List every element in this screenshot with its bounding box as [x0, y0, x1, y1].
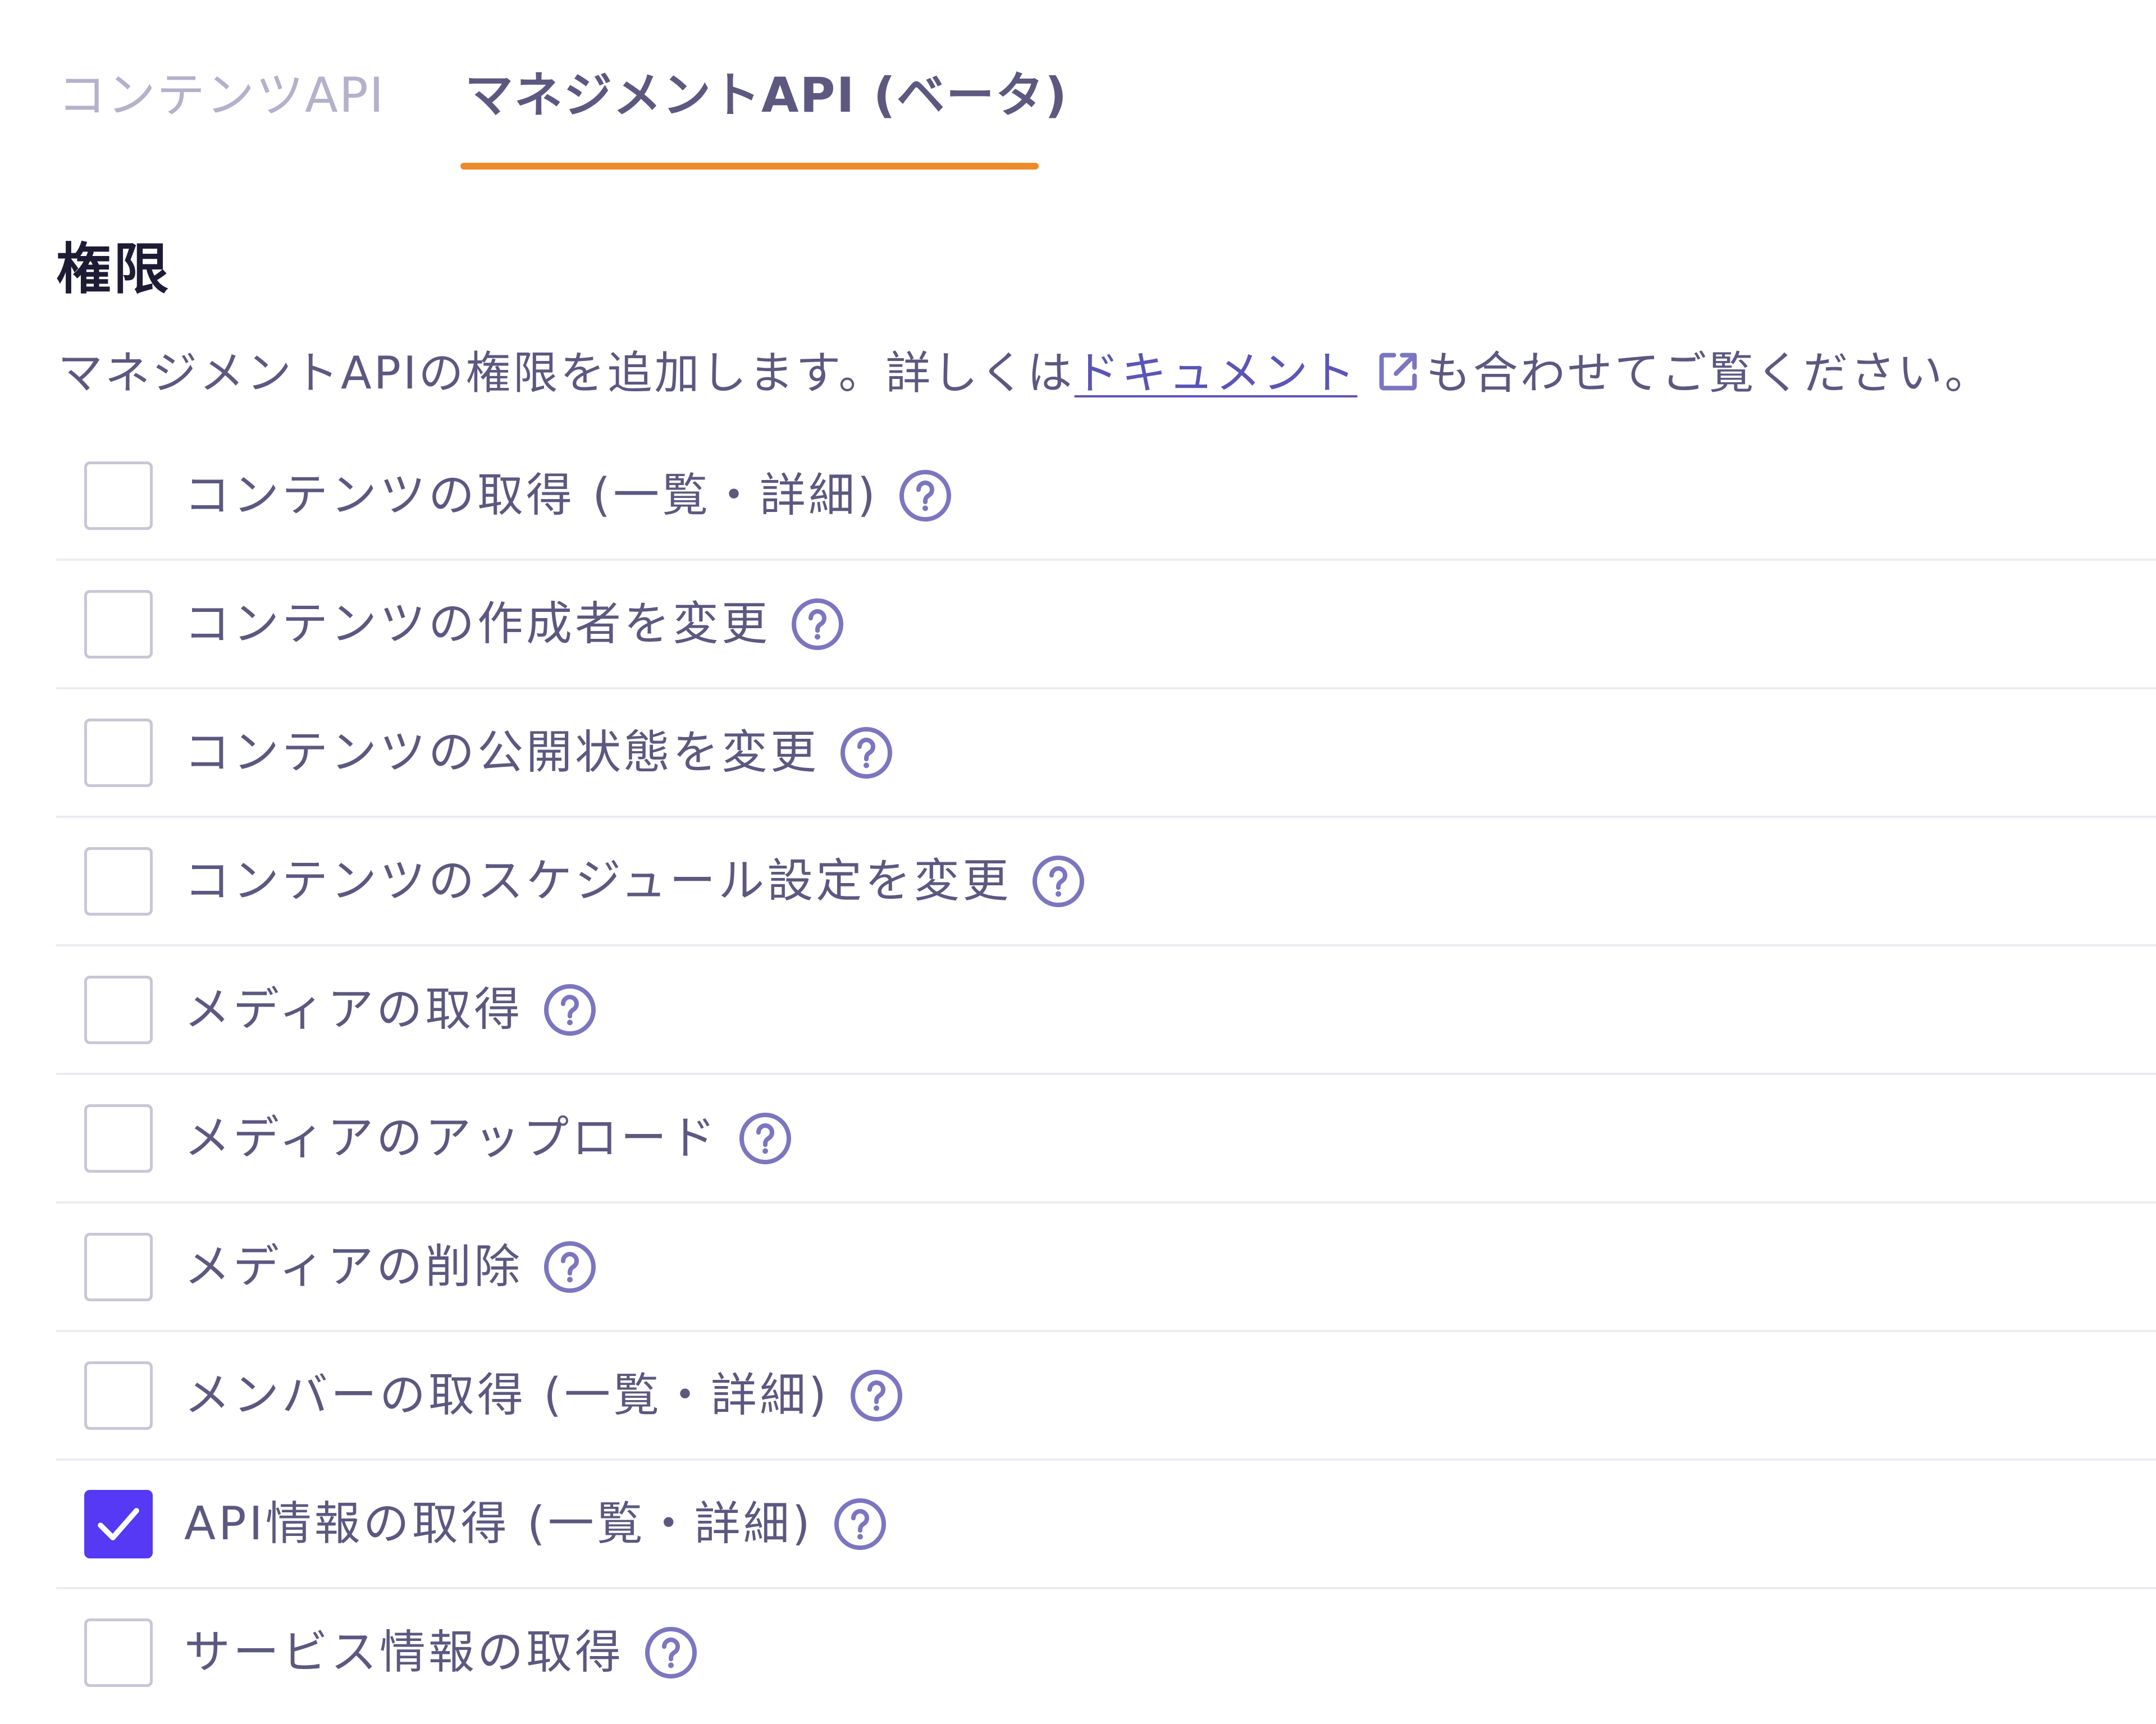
help-circle-icon[interactable] [839, 726, 893, 780]
permission-label-group: コンテンツの取得 (一覧・詳細) [184, 459, 952, 532]
help-circle-icon[interactable] [791, 597, 844, 651]
permission-row: メディアの削除 [56, 1204, 2156, 1332]
permission-checkbox[interactable] [84, 461, 153, 530]
permission-label-group: メンバーの取得 (一覧・詳細) [184, 1359, 903, 1432]
description-text-after: も合わせてご覧ください。 [1426, 347, 1992, 399]
permission-checkbox[interactable] [84, 1361, 153, 1430]
permissions-heading: 権限 [56, 237, 171, 301]
permission-label: コンテンツの作成者を変更 [184, 597, 771, 651]
permission-row: メディアのアップロード [56, 1075, 2156, 1204]
permission-checkbox[interactable] [84, 976, 153, 1044]
permission-label-group: メディアの削除 [184, 1231, 597, 1304]
permission-label-group: API情報の取得 (一覧・詳細) [184, 1488, 887, 1561]
help-circle-icon[interactable] [1031, 854, 1085, 908]
permission-label-group: コンテンツの公開状態を変更 [184, 716, 893, 789]
permission-label: コンテンツのスケジュール設定を変更 [184, 854, 1012, 908]
permission-label: メディアの削除 [184, 1240, 523, 1293]
documentation-link[interactable]: ドキュメント [1075, 347, 1358, 399]
permission-label: コンテンツの公開状態を変更 [184, 726, 820, 779]
permission-row: コンテンツの作成者を変更 [56, 561, 2156, 689]
help-circle-icon[interactable] [543, 1240, 597, 1294]
permission-checkbox[interactable] [84, 1490, 153, 1558]
permission-label-group: メディアのアップロード [184, 1102, 792, 1175]
help-circle-icon[interactable] [738, 1112, 792, 1165]
permission-label: コンテンツの取得 (一覧・詳細) [184, 469, 879, 522]
tab-content-api[interactable]: コンテンツAPI [58, 62, 385, 129]
permission-checkbox[interactable] [84, 1618, 153, 1687]
permission-row: API情報の取得 (一覧・詳細) [56, 1461, 2156, 1589]
help-circle-icon[interactable] [898, 469, 952, 523]
permission-row: コンテンツのスケジュール設定を変更 [56, 818, 2156, 946]
permission-row: コンテンツの公開状態を変更 [56, 689, 2156, 818]
permission-checkbox[interactable] [84, 590, 153, 658]
permission-label-group: サービス情報の取得 [184, 1616, 698, 1689]
permission-label: API情報の取得 (一覧・詳細) [184, 1497, 813, 1551]
permission-list: コンテンツの取得 (一覧・詳細) コンテンツの作成者を変更 コンテンツの公開状態… [56, 432, 2156, 1718]
permission-label: メディアのアップロード [184, 1112, 719, 1165]
permission-checkbox[interactable] [84, 719, 153, 787]
description-text-before: マネジメントAPIの権限を追加します。詳しくは [58, 347, 1075, 399]
permission-label-group: コンテンツのスケジュール設定を変更 [184, 845, 1085, 918]
permission-label: メンバーの取得 (一覧・詳細) [184, 1369, 830, 1422]
permission-label-group: メディアの取得 [184, 973, 597, 1046]
checkmark-icon [98, 1508, 139, 1540]
help-circle-icon[interactable] [543, 983, 597, 1037]
permission-row: メディアの取得 [56, 946, 2156, 1075]
permission-row: コンテンツの取得 (一覧・詳細) [56, 432, 2156, 561]
permission-label: サービス情報の取得 [184, 1626, 624, 1679]
permission-checkbox[interactable] [84, 1233, 153, 1301]
permission-label-group: コンテンツの作成者を変更 [184, 588, 844, 661]
permissions-description: マネジメントAPIの権限を追加します。詳しくはドキュメント も合わせてご覧ください… [58, 337, 1992, 410]
permission-label: メディアの取得 [184, 983, 523, 1036]
api-tabs: コンテンツAPI マネジメントAPI (ベータ) [0, 0, 2156, 180]
help-circle-icon[interactable] [833, 1497, 887, 1551]
active-tab-indicator [460, 163, 1039, 170]
external-link-icon[interactable] [1373, 347, 1423, 396]
tab-management-api[interactable]: マネジメントAPI (ベータ) [465, 62, 1068, 129]
help-circle-icon[interactable] [644, 1626, 698, 1680]
help-circle-icon[interactable] [849, 1369, 903, 1423]
permission-row: サービス情報の取得 [56, 1589, 2156, 1718]
permission-checkbox[interactable] [84, 1104, 153, 1173]
permission-row: メンバーの取得 (一覧・詳細) [56, 1332, 2156, 1461]
permission-checkbox[interactable] [84, 847, 153, 916]
